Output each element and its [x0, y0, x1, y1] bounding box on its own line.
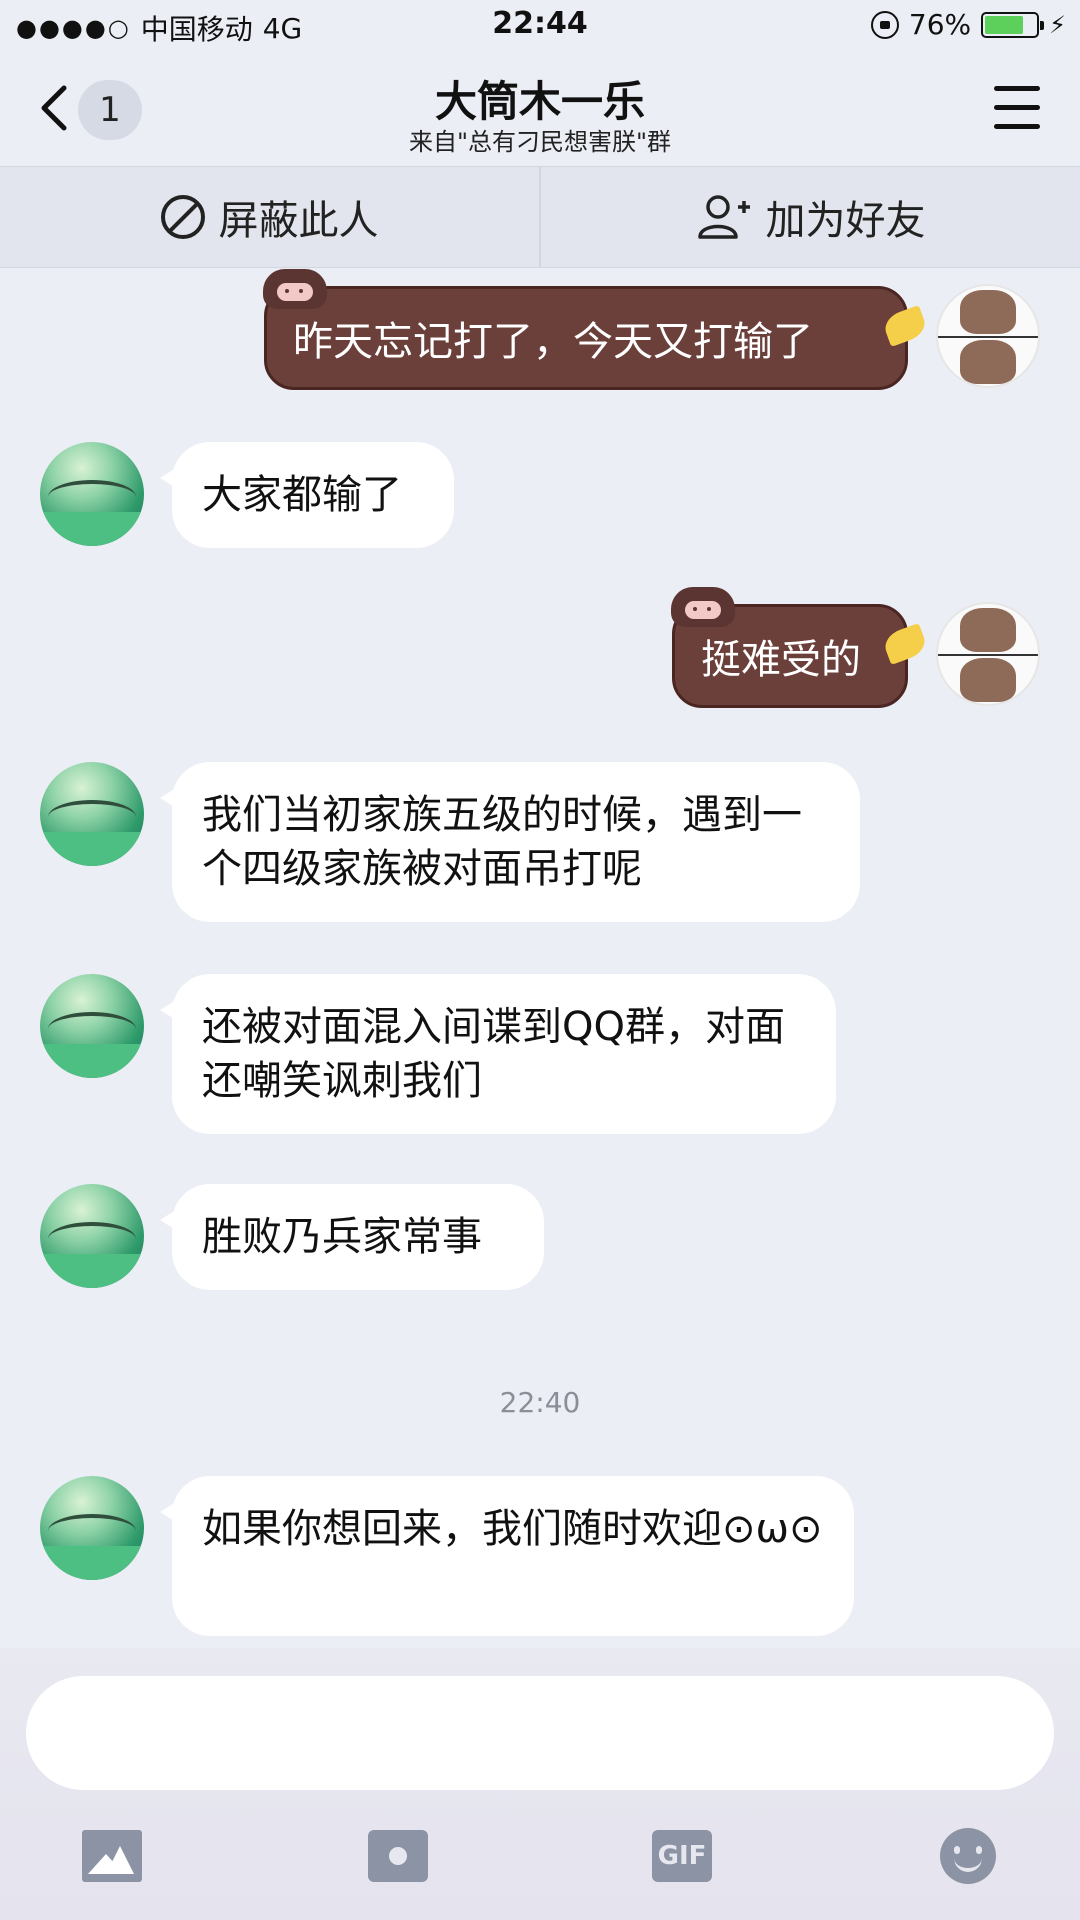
rotation-lock-icon: [870, 10, 899, 39]
bubble-pig-icon: [671, 587, 735, 627]
add-friend-button[interactable]: 加为好友: [539, 167, 1080, 267]
message-bubble[interactable]: 如果你想回来，我们随时欢迎⊙ω⊙: [160, 1476, 854, 1636]
gif-label: GIF: [657, 1841, 707, 1871]
message-text: 挺难受的: [701, 637, 861, 683]
menu-icon[interactable]: [994, 86, 1040, 130]
my-avatar[interactable]: [936, 284, 1040, 388]
block-icon: [160, 195, 205, 239]
status-bar: ●●●●○ 中国移动 4G 22:44 76% ⚡: [0, 0, 1080, 54]
battery-percent: 76%: [908, 8, 972, 41]
charging-bolt-icon: ⚡: [1049, 10, 1066, 39]
block-user-label: 屏蔽此人: [218, 198, 379, 244]
bubble-pig-icon: [263, 269, 327, 309]
message-bubble[interactable]: 大家都输了: [160, 442, 454, 548]
chat-subtitle: 来自"总有刁民想害朕"群: [408, 128, 672, 156]
block-user-button[interactable]: 屏蔽此人: [0, 167, 539, 267]
message-text: 胜败乃兵家常事: [202, 1214, 482, 1260]
add-friend-label: 加为好友: [765, 198, 926, 244]
message-bubble[interactable]: 我们当初家族五级的时候，遇到一个四级家族被对面吊打呢: [160, 762, 860, 922]
message-input[interactable]: [26, 1676, 1054, 1790]
composer: GIF: [0, 1648, 1080, 1920]
sender-avatar[interactable]: [40, 1184, 144, 1288]
message-list[interactable]: 昨天忘记打了，今天又打输了 大家都输了 挺难受的 我们当初家族五级的时候，遇到一…: [0, 268, 1080, 1648]
bubble-banana-icon: [881, 623, 929, 665]
message-text: 还被对面混入间谍到QQ群，对面还嘲笑讽刺我们: [202, 1004, 785, 1104]
bubble-banana-icon: [881, 305, 929, 347]
message-bubble[interactable]: 还被对面混入间谍到QQ群，对面还嘲笑讽刺我们: [160, 974, 836, 1134]
status-right: 76% ⚡: [870, 8, 1066, 41]
composer-toolbar: GIF: [0, 1818, 1080, 1908]
sender-avatar[interactable]: [40, 762, 144, 866]
message-bubble[interactable]: 胜败乃兵家常事: [160, 1184, 544, 1290]
battery-fill: [985, 15, 1024, 34]
chat-title: 大筒木一乐: [434, 77, 645, 126]
camera-icon[interactable]: [368, 1830, 428, 1882]
sender-avatar[interactable]: [40, 442, 144, 546]
message-timestamp: 22:40: [499, 1386, 581, 1419]
message-bubble[interactable]: 昨天忘记打了，今天又打输了: [263, 269, 929, 390]
sender-avatar[interactable]: [40, 974, 144, 1078]
gif-icon[interactable]: GIF: [652, 1830, 712, 1882]
add-friend-icon: [697, 195, 750, 239]
message-bubble[interactable]: 挺难受的: [671, 587, 929, 708]
message-text: 昨天忘记打了，今天又打输了: [293, 319, 813, 365]
message-text: 大家都输了: [202, 472, 402, 518]
battery-icon: [981, 11, 1045, 38]
image-icon[interactable]: [82, 1830, 142, 1882]
action-bar: 屏蔽此人 加为好友: [0, 166, 1080, 268]
sender-avatar[interactable]: [40, 1476, 144, 1580]
my-avatar[interactable]: [936, 602, 1040, 706]
emoji-icon[interactable]: [940, 1828, 996, 1884]
message-text: 如果你想回来，我们随时欢迎⊙ω⊙: [202, 1506, 823, 1552]
chat-header: 1 大筒木一乐 来自"总有刁民想害朕"群: [0, 54, 1080, 166]
message-text: 我们当初家族五级的时候，遇到一个四级家族被对面吊打呢: [202, 792, 802, 892]
